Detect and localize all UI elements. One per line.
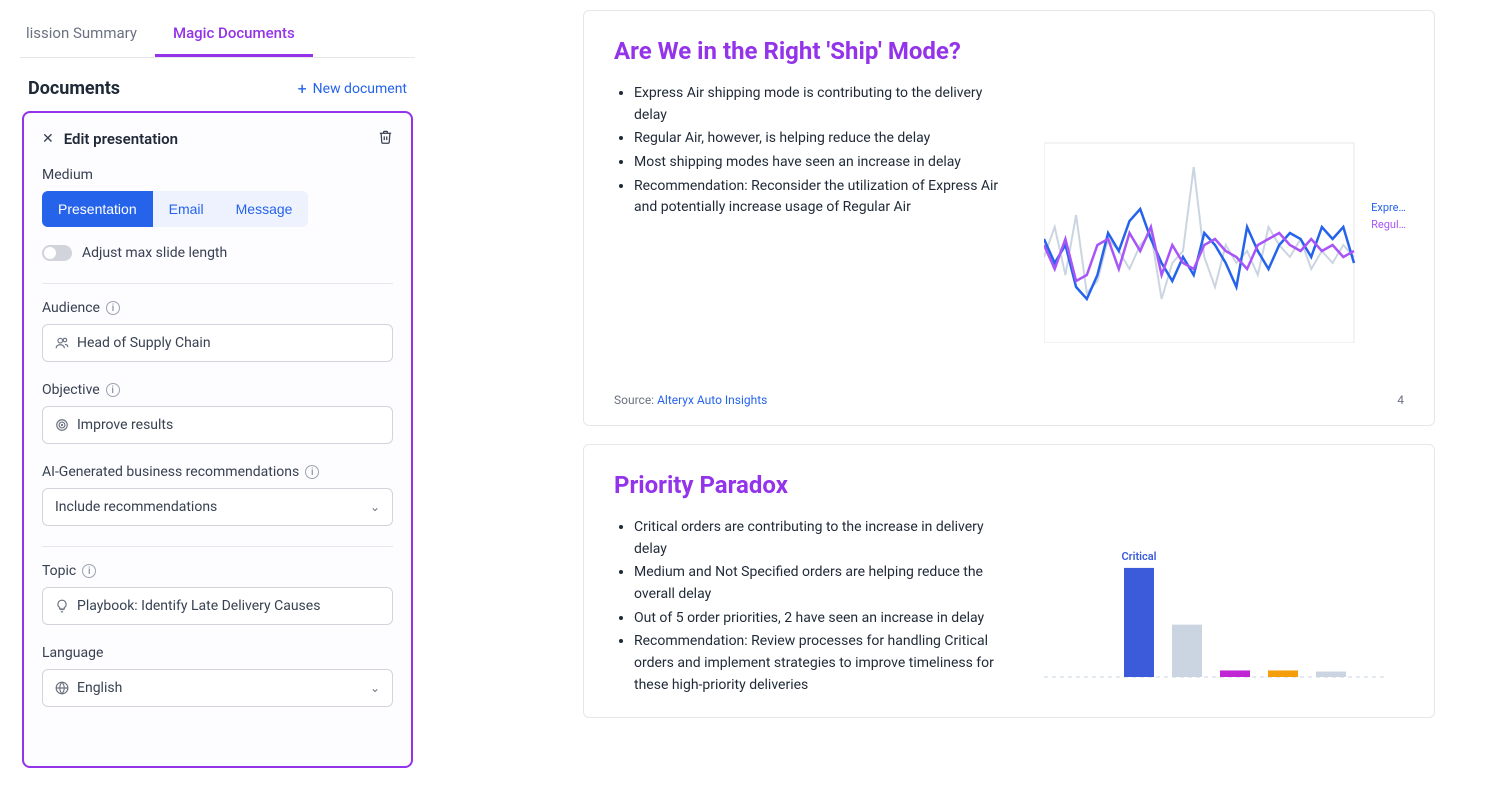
language-value: English: [77, 680, 122, 696]
bullet: Critical orders are contributing to the …: [634, 517, 1014, 560]
edit-title: Edit presentation: [64, 130, 178, 148]
chevron-down-icon: ⌄: [370, 500, 380, 514]
trash-icon[interactable]: [378, 129, 393, 149]
page-number: 4: [1397, 393, 1404, 407]
globe-icon: [55, 681, 69, 695]
svg-text:Critical: Critical: [1121, 550, 1156, 563]
topic-value: Playbook: Identify Late Delivery Causes: [77, 598, 320, 614]
info-icon[interactable]: i: [82, 564, 96, 578]
ai-rec-select[interactable]: Include recommendations ⌄: [42, 488, 393, 526]
topic-label: Topic i: [42, 563, 393, 579]
adjust-max-row: Adjust max slide length: [42, 245, 393, 261]
ai-rec-label: AI-Generated business recommendations i: [42, 464, 393, 480]
legend-express: Expre…: [1371, 201, 1406, 214]
chart-legend: Expre… Regul…: [1371, 201, 1406, 231]
left-panel: lission Summary Magic Documents Document…: [20, 10, 415, 768]
legend-regular: Regul…: [1371, 218, 1406, 231]
slide-text: Express Air shipping mode is contributin…: [614, 83, 1014, 343]
edit-presentation-card: ✕ Edit presentation Medium Presentation …: [22, 111, 413, 768]
topic-input[interactable]: Playbook: Identify Late Delivery Causes: [42, 587, 393, 625]
people-icon: [55, 336, 69, 350]
edit-card-header: ✕ Edit presentation: [42, 129, 393, 149]
bullet: Express Air shipping mode is contributin…: [634, 83, 1014, 126]
objective-value: Improve results: [77, 417, 173, 433]
source-link[interactable]: Alteryx Auto Insights: [657, 393, 767, 407]
bar-chart: Critical: [1044, 517, 1404, 697]
audience-label: Audience i: [42, 300, 393, 316]
slide-priority-paradox: Priority Paradox Critical orders are con…: [583, 444, 1435, 718]
language-label: Language: [42, 645, 393, 661]
divider: [42, 283, 393, 284]
info-icon[interactable]: i: [106, 383, 120, 397]
adjust-max-toggle[interactable]: [42, 245, 72, 261]
slide-title: Are We in the Right 'Ship' Mode?: [614, 37, 1404, 65]
language-select[interactable]: English ⌄: [42, 669, 393, 707]
adjust-max-label: Adjust max slide length: [82, 245, 227, 261]
slide-chart: Expre… Regul…: [1044, 83, 1404, 343]
slide-text: Critical orders are contributing to the …: [614, 517, 1014, 699]
preview-area[interactable]: Are We in the Right 'Ship' Mode? Express…: [415, 10, 1465, 768]
new-document-button[interactable]: + New document: [298, 79, 407, 98]
medium-toggle-group: Presentation Email Message: [42, 191, 393, 227]
bullet: Most shipping modes have seen an increas…: [634, 152, 1014, 174]
medium-email[interactable]: Email: [153, 191, 220, 227]
audience-value: Head of Supply Chain: [77, 335, 211, 351]
app-root: lission Summary Magic Documents Document…: [0, 0, 1485, 788]
close-icon[interactable]: ✕: [42, 131, 54, 147]
objective-label: Objective i: [42, 382, 393, 398]
slide-ship-mode: Are We in the Right 'Ship' Mode? Express…: [583, 10, 1435, 426]
target-icon: [55, 418, 69, 432]
documents-header: Documents + New document: [20, 58, 415, 111]
new-document-label: New document: [313, 81, 407, 97]
medium-presentation[interactable]: Presentation: [42, 191, 153, 227]
info-icon[interactable]: i: [106, 301, 120, 315]
tab-mission-summary[interactable]: lission Summary: [20, 10, 155, 57]
slide-title: Priority Paradox: [614, 471, 1404, 499]
source-label: Source:: [614, 393, 657, 407]
objective-input[interactable]: Improve results: [42, 406, 393, 444]
bullet: Medium and Not Specified orders are help…: [634, 562, 1014, 605]
documents-title: Documents: [28, 78, 120, 99]
line-chart: [1044, 83, 1404, 343]
audience-input[interactable]: Head of Supply Chain: [42, 324, 393, 362]
divider: [42, 546, 393, 547]
medium-label: Medium: [42, 167, 393, 183]
bullet: Out of 5 order priorities, 2 have seen a…: [634, 608, 1014, 630]
chevron-down-icon: ⌄: [370, 681, 380, 695]
bullet: Recommendation: Reconsider the utilizati…: [634, 176, 1014, 219]
tab-bar: lission Summary Magic Documents: [20, 10, 415, 58]
tab-magic-documents[interactable]: Magic Documents: [155, 10, 313, 57]
plus-icon: +: [298, 79, 307, 98]
medium-message[interactable]: Message: [220, 191, 309, 227]
slide-footer: Source: Alteryx Auto Insights 4: [614, 393, 1404, 407]
info-icon[interactable]: i: [305, 465, 319, 479]
slide-chart: Critical: [1044, 517, 1404, 699]
bullet: Regular Air, however, is helping reduce …: [634, 128, 1014, 150]
bullet: Recommendation: Review processes for han…: [634, 631, 1014, 696]
ai-rec-value: Include recommendations: [55, 499, 217, 515]
lightbulb-icon: [55, 599, 69, 613]
